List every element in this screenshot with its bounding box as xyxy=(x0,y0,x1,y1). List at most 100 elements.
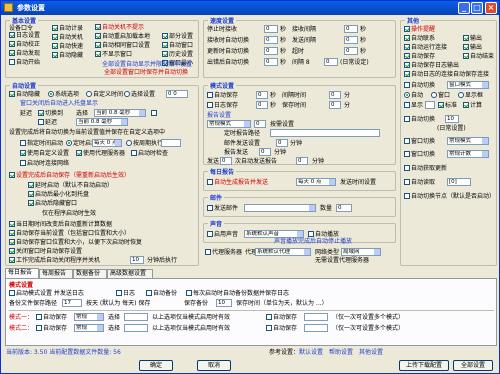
panel-row1-2[interactable]: 自动备份 xyxy=(146,290,177,297)
minimize-button[interactable]: _ xyxy=(458,2,470,14)
auto-sub0-check2[interactable] xyxy=(151,110,158,117)
sound-check[interactable]: 启用声音 xyxy=(207,231,238,238)
basic-col2-0[interactable]: 自动计录 xyxy=(52,25,83,32)
task-row1-input[interactable]: 0 xyxy=(256,101,268,109)
auto-subcheck-1[interactable]: 启动后最小化到托盘 xyxy=(28,191,89,198)
tab-weekly[interactable]: 每周报告 xyxy=(39,269,73,278)
auto-switch-select[interactable]: 窗口模式 xyxy=(447,81,489,89)
auto-subcheck-2[interactable]: 启动后隐藏窗口 xyxy=(28,200,77,207)
auto-bottom-4[interactable]: 工作完成后自动关闭程序并关机 xyxy=(9,257,100,264)
mail-input[interactable]: 0 xyxy=(336,204,352,212)
speed-row3-input2[interactable]: 0 xyxy=(324,58,338,66)
speed-row2-input2[interactable]: 0 xyxy=(344,47,358,55)
sound-select[interactable]: 系统默认声音 xyxy=(244,230,304,238)
other-item-0[interactable]: 操作提醒 xyxy=(404,26,435,33)
auto-opt-a[interactable]: 指定时间启动 xyxy=(20,140,63,147)
tab-backup[interactable]: 数据备份 xyxy=(73,269,107,278)
status-link-1[interactable]: 帮助设置 xyxy=(329,349,353,356)
timer-label[interactable]: 自动切换 xyxy=(404,116,435,123)
other-opt-0[interactable]: 自动 xyxy=(404,92,423,99)
auto-line1-input[interactable]: 0 0 xyxy=(166,90,188,98)
task-row0-input[interactable]: 0 xyxy=(256,91,268,99)
upload-button[interactable]: 上传下载配置 xyxy=(399,360,449,371)
modeA-input[interactable] xyxy=(124,313,148,321)
close-button[interactable]: × xyxy=(485,2,497,14)
sound-check2[interactable]: 自动播放 xyxy=(308,231,339,238)
other-opt-1[interactable]: 窗口 xyxy=(431,92,450,99)
modeB-check[interactable]: 自动保存 xyxy=(36,325,67,332)
auto-bottom-3[interactable]: 关闭窗口时自动保存设置 xyxy=(9,248,82,255)
other-item-4[interactable]: 自动保存日志输出 xyxy=(404,62,459,69)
auto-bottom-2[interactable]: 自动保存窗口位置和大小，以便下次启动时恢复 xyxy=(9,239,142,246)
row-b-label[interactable]: 窗口切换 xyxy=(404,151,435,158)
auto-check-1[interactable]: 使用代理服务器 xyxy=(76,150,125,157)
task-send2-input[interactable]: 0 xyxy=(259,148,271,156)
modeB-label3[interactable]: 自动保存 xyxy=(266,325,297,332)
daily-check[interactable]: 自动生成报告并发送 xyxy=(207,179,268,186)
task-row0[interactable]: 自动保存 xyxy=(207,92,238,99)
auto-check-2[interactable]: 启动时检查 xyxy=(131,150,168,157)
daily-select[interactable]: 每天 0 点 xyxy=(296,178,336,186)
task-send-input[interactable]: 0 xyxy=(276,139,288,147)
row-a-select[interactable]: 常规模式 xyxy=(447,137,489,145)
tab-advanced[interactable]: 高级数据设置 xyxy=(107,269,153,278)
row-d-label[interactable]: 自动读取 xyxy=(404,179,435,186)
auto-opt-c-input[interactable] xyxy=(161,139,181,147)
mail-check[interactable]: 发送邮件 xyxy=(207,205,238,212)
row-b-select[interactable]: 常规计数 xyxy=(447,150,489,158)
auto-opt-b-select[interactable]: 每天 0 点 xyxy=(92,139,122,147)
modeB-select[interactable]: 常规 xyxy=(74,324,104,332)
auto-check-0[interactable]: 使用自定义设置 xyxy=(20,150,69,157)
auto-bottom-4-input[interactable]: 10 xyxy=(130,256,144,264)
modeA-input2[interactable] xyxy=(304,313,328,321)
auto-subcheck-0[interactable]: 延时启动（默认不自动启动） xyxy=(28,182,113,189)
row-c-label[interactable]: 自动获取更新 xyxy=(404,165,447,172)
auto-opt-1[interactable]: 自定义时间 xyxy=(86,91,123,98)
other-item-3[interactable]: 自动保存 xyxy=(404,53,435,60)
status-link-0[interactable]: 默认设置 xyxy=(299,349,323,356)
panel-row1-0[interactable]: 启动模式设置 并发送日志 xyxy=(9,290,84,297)
modeB-input2[interactable] xyxy=(304,324,328,332)
row-d-input[interactable]: [0] xyxy=(447,178,471,186)
modeA-select[interactable]: 常规 xyxy=(74,313,104,321)
all-settings-button[interactable]: 全部设置 xyxy=(453,360,493,371)
basic-col2-2[interactable]: 自动快速 xyxy=(52,43,83,50)
row-a-label[interactable]: 窗口切换 xyxy=(404,138,435,145)
network-check[interactable]: 代理服务器 xyxy=(205,249,242,256)
ok-button[interactable]: 确定 xyxy=(139,360,173,371)
basic-col3-0[interactable]: 自动关机不提示 xyxy=(95,24,144,31)
cancel-button[interactable]: 取消 xyxy=(197,360,231,371)
network-select[interactable]: 系统默认代理 xyxy=(255,248,311,256)
other-item-1[interactable]: 自动联系 xyxy=(404,35,435,42)
modeA-check[interactable]: 自动保存 xyxy=(36,314,67,321)
maximize-button[interactable]: □ xyxy=(471,2,483,14)
other-sub-box[interactable] xyxy=(425,101,435,109)
basic-col1-1[interactable]: 自动校正 xyxy=(9,41,40,48)
speed-row1-input2[interactable]: 0 xyxy=(344,36,358,44)
task-row1[interactable]: 日志保存 xyxy=(207,102,238,109)
auto-sub1-check[interactable]: 延迟 xyxy=(38,119,57,126)
basic-col3-2[interactable]: 自动相同窗口设置 xyxy=(95,42,150,49)
auto-bottom-0[interactable]: 当日期时间改变后自动重新计算数据 xyxy=(9,221,112,228)
other-sub-1[interactable]: 标准 xyxy=(438,102,457,109)
task-log-input[interactable]: 0 xyxy=(254,120,266,128)
speed-row3-input[interactable]: 0 xyxy=(264,58,278,66)
panel-row2-input[interactable]: 17 xyxy=(62,299,82,307)
auto-check-3[interactable]: 启动时连接网络 xyxy=(20,160,69,167)
speed-row0-input[interactable]: 0 xyxy=(264,25,278,33)
basic-col2-3[interactable]: 自动隐藏 xyxy=(52,52,83,59)
basic-col2-1[interactable]: 自动关机 xyxy=(52,34,83,41)
modeA-label3[interactable]: 自动保存 xyxy=(266,314,297,321)
other-item-2b[interactable]: 输出 xyxy=(463,44,482,51)
basic-col3-3[interactable]: 不显示窗口 xyxy=(95,51,132,58)
task-path-input[interactable] xyxy=(270,129,380,137)
basic-col1-0[interactable]: 日志设置 xyxy=(9,32,40,39)
auto-opt-c[interactable]: 按周期执行 xyxy=(126,140,163,147)
auto-bottom-1[interactable]: 自动保存当前设置（包括窗口位置和大小） xyxy=(9,230,130,237)
auto-line1[interactable]: 自动隐藏 xyxy=(9,91,40,98)
speed-row2-input[interactable]: 0 xyxy=(264,47,278,55)
auto-switch-label[interactable]: 自动切换 xyxy=(404,82,435,89)
tab-daily[interactable]: 每日报告 xyxy=(5,268,39,278)
basic-col3-1[interactable]: 自动重启加载本地 xyxy=(95,33,150,40)
auto-sub1-select[interactable]: 当前 0.8 毫秒 xyxy=(76,118,128,126)
